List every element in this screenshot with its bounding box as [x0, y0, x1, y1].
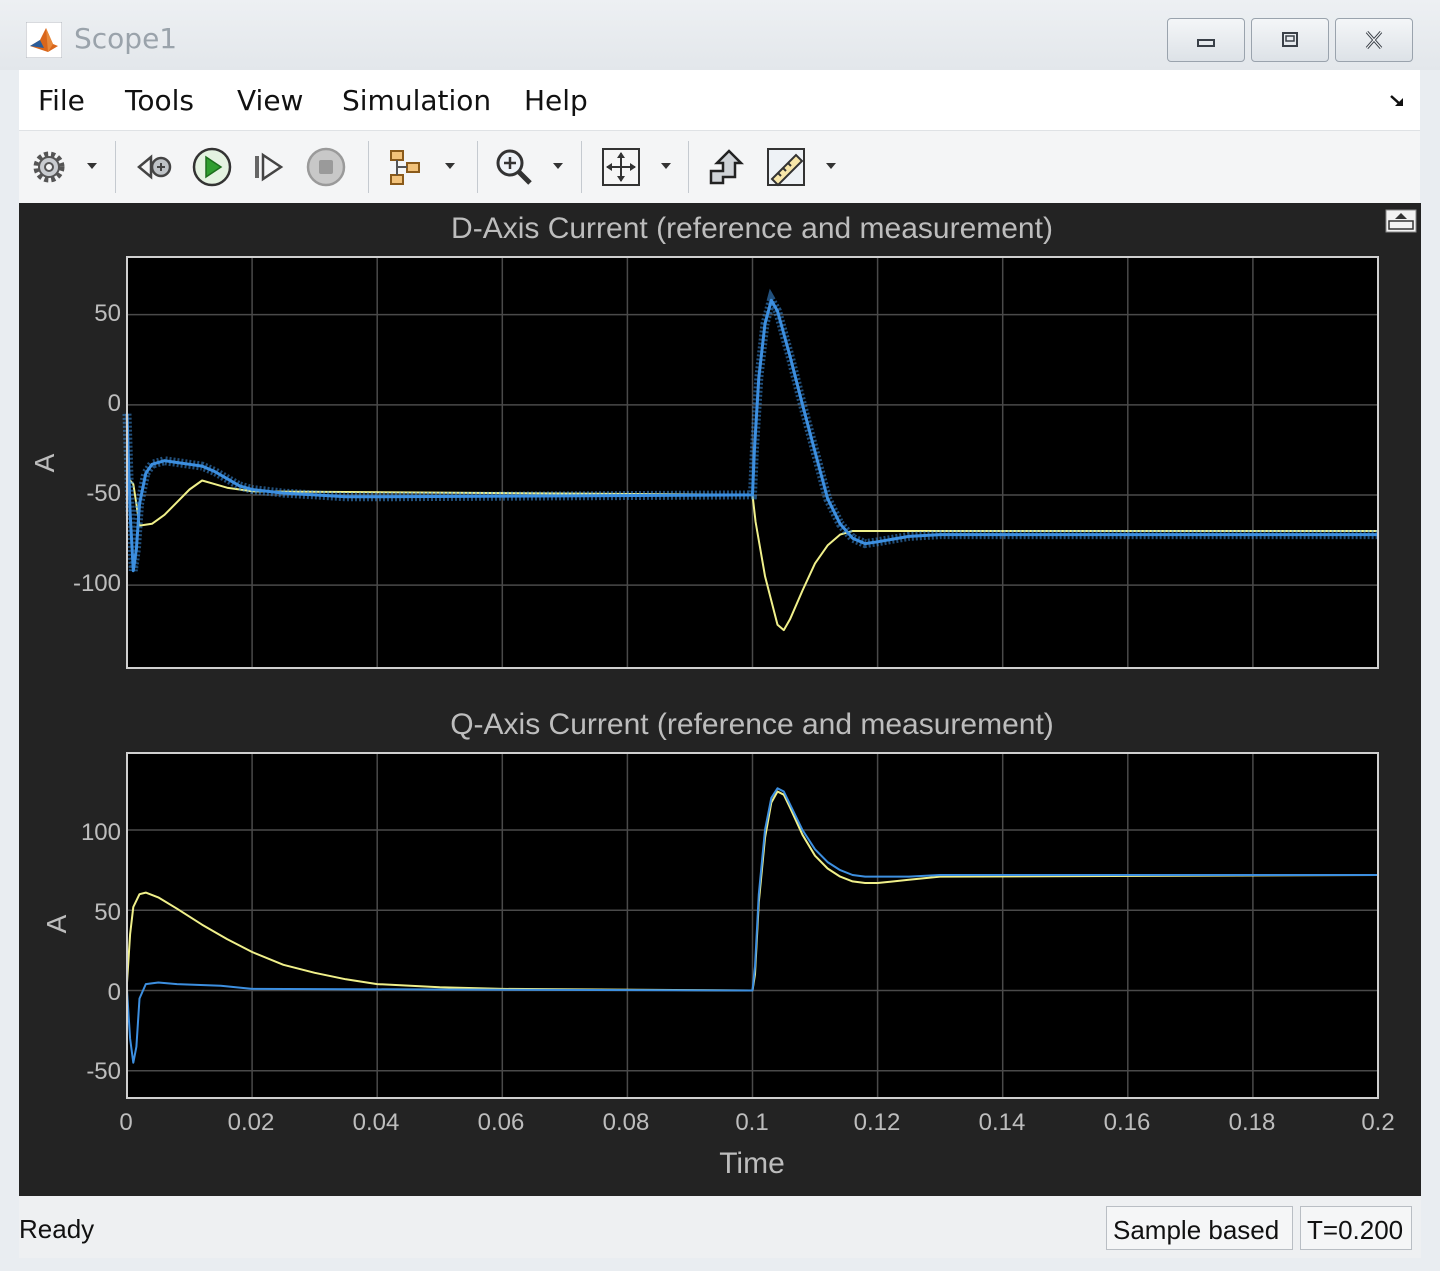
menu-tools[interactable]: Tools: [125, 84, 194, 117]
scope-window: Scope1 File Tools View Simulation Help D…: [0, 0, 1440, 1271]
toolbar-separator: [688, 141, 689, 193]
matlab-icon: [26, 22, 62, 58]
measure-dropdown-icon[interactable]: [825, 161, 837, 171]
d-axis-plot[interactable]: [122, 256, 1379, 669]
menu-view[interactable]: View: [237, 84, 303, 117]
axes1-ytick: -50: [86, 480, 121, 507]
close-button[interactable]: [1335, 18, 1413, 62]
menu-bar: File Tools View Simulation Help: [19, 70, 1420, 130]
xtick: 0: [119, 1109, 133, 1136]
axes1-ytick: 50: [94, 300, 121, 327]
axes2-ytick: 100: [80, 819, 121, 846]
zoom-dropdown-icon[interactable]: [552, 161, 564, 171]
xtick: 0.2: [1361, 1109, 1395, 1136]
sample-mode-indicator: Sample based: [1106, 1206, 1293, 1250]
toolbar-separator: [477, 141, 478, 193]
measure-icon: [767, 148, 805, 187]
xtick: 0.04: [352, 1109, 400, 1136]
axes2-ytick: -50: [86, 1058, 121, 1085]
status-text: Ready: [19, 1214, 95, 1244]
run-icon: [192, 147, 232, 187]
zoom-in-icon: [496, 149, 532, 185]
toolbar-separator: [115, 141, 116, 193]
axes1-ytick: 0: [107, 390, 121, 417]
menu-file[interactable]: File: [38, 84, 85, 117]
measure-button[interactable]: [764, 145, 808, 189]
toolbar: [19, 130, 1420, 204]
zoom-in-button[interactable]: [492, 145, 536, 189]
xtick: 0.02: [227, 1109, 275, 1136]
status-bar: Ready Sample based T=0.200: [19, 1196, 1421, 1258]
axes2-title: Q-Axis Current (reference and measuremen…: [450, 708, 1054, 741]
scope-display: D-Axis Current (reference and measuremen…: [19, 203, 1421, 1196]
signal-select-button[interactable]: [383, 145, 427, 189]
menu-help[interactable]: Help: [524, 84, 588, 117]
axes2-ytick: 50: [94, 899, 121, 926]
step-forward-button[interactable]: [247, 145, 291, 189]
axes1-ylabel: A: [29, 453, 60, 473]
autoscale-button[interactable]: [599, 145, 643, 189]
xtick: 0.16: [1103, 1109, 1151, 1136]
xtick: 0.14: [978, 1109, 1026, 1136]
autoscale-icon: [602, 148, 640, 186]
settings-dropdown-icon[interactable]: [86, 161, 98, 171]
highlight-block-icon: [709, 149, 745, 185]
restore-button[interactable]: [1251, 18, 1329, 62]
dock-arrow-icon[interactable]: [1386, 90, 1408, 112]
xtick: 0.06: [477, 1109, 525, 1136]
xtick: 0.18: [1228, 1109, 1276, 1136]
q-axis-plot[interactable]: [126, 752, 1379, 1099]
toolbar-separator: [368, 141, 369, 193]
undock-icon[interactable]: [1385, 209, 1417, 233]
time-indicator: T=0.200: [1300, 1206, 1412, 1250]
highlight-block-button[interactable]: [705, 145, 749, 189]
axes2-ytick: 0: [107, 979, 121, 1006]
x-axis-label: Time: [719, 1147, 785, 1180]
xtick: 0.08: [602, 1109, 650, 1136]
step-back-button[interactable]: [133, 145, 177, 189]
menu-simulation[interactable]: Simulation: [342, 84, 491, 117]
close-icon: [1365, 30, 1383, 50]
minimize-button[interactable]: [1167, 18, 1245, 62]
signal-select-icon: [390, 150, 420, 185]
settings-button[interactable]: [29, 145, 73, 189]
window-title: Scope1: [74, 22, 178, 55]
run-button[interactable]: [190, 145, 234, 189]
autoscale-dropdown-icon[interactable]: [660, 161, 672, 171]
minimize-icon: [1197, 39, 1215, 47]
signal-select-dropdown-icon[interactable]: [444, 161, 456, 171]
stop-icon: [306, 147, 346, 187]
axes1-title: D-Axis Current (reference and measuremen…: [451, 212, 1053, 245]
axes1-ytick: -100: [72, 570, 121, 597]
xtick: 0.12: [853, 1109, 901, 1136]
xtick: 0.1: [735, 1109, 769, 1136]
toolbar-separator: [581, 141, 582, 193]
step-back-icon: [137, 154, 172, 180]
stop-button[interactable]: [304, 145, 348, 189]
settings-icon: [33, 151, 65, 183]
restore-icon: [1282, 32, 1298, 47]
step-forward-icon: [255, 152, 284, 182]
title-bar: Scope1: [0, 0, 1440, 70]
